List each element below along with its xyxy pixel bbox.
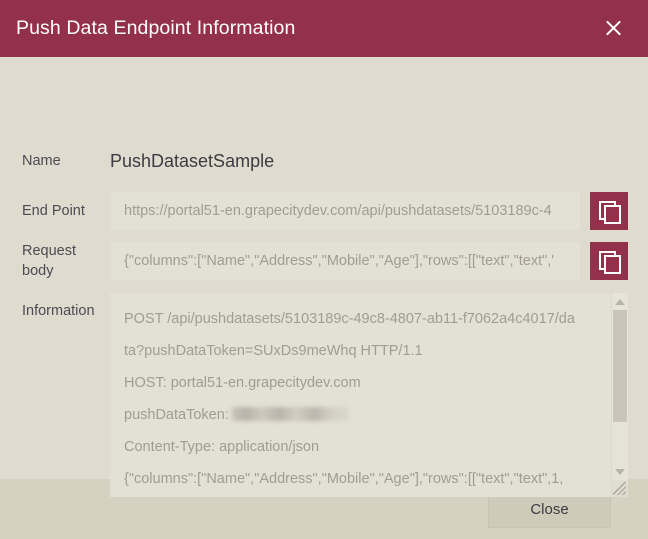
information-line: Content-Type: application/json	[124, 439, 320, 455]
information-content: POST /api/pushdatasets/5103189c-49c8-480…	[110, 293, 611, 497]
scrollbar-thumb[interactable]	[613, 310, 627, 422]
request-body-label-line1: Request	[22, 243, 77, 259]
dialog-body: Name PushDatasetSample End Point https:/…	[0, 57, 648, 497]
dialog-title: Push Data Endpoint Information	[16, 17, 296, 39]
copy-request-body-button[interactable]	[590, 242, 628, 280]
information-line: {"columns":["Name","Address","Mobile","A…	[124, 471, 564, 487]
information-textarea[interactable]: POST /api/pushdatasets/5103189c-49c8-480…	[110, 293, 628, 497]
information-token-label: pushDataToken:	[124, 407, 229, 423]
information-line: POST /api/pushdatasets/5103189c-49c8-480…	[124, 311, 575, 327]
close-icon[interactable]	[596, 12, 630, 46]
scrollbar-track[interactable]	[612, 310, 628, 463]
copy-icon	[599, 201, 621, 224]
request-body-label-line2: body	[22, 263, 54, 279]
end-point-value: https://portal51-en.grapecitydev.com/api…	[124, 203, 552, 219]
information-line-token: pushDataToken:	[124, 399, 597, 431]
information-line: HOST: portal51-en.grapecitydev.com	[124, 375, 361, 391]
end-point-field[interactable]: https://portal51-en.grapecitydev.com/api…	[110, 192, 580, 230]
dialog-titlebar: Push Data Endpoint Information	[0, 0, 648, 57]
chevron-up-icon[interactable]	[612, 293, 628, 310]
scroll-up-arrow-glyph	[615, 298, 625, 305]
redacted-token-value	[231, 407, 349, 421]
request-body-field[interactable]: {"columns":["Name","Address","Mobile","A…	[110, 242, 580, 280]
name-value: PushDatasetSample	[110, 151, 275, 171]
copy-icon	[599, 251, 621, 274]
resize-grip-icon[interactable]	[612, 480, 628, 497]
information-label: Information	[22, 303, 95, 319]
information-line: ta?pushDataToken=SUxDs9meWhq HTTP/1.1	[124, 343, 423, 359]
push-data-endpoint-dialog: Push Data Endpoint Information Name Push…	[0, 0, 648, 539]
scroll-down-arrow-glyph	[615, 468, 625, 475]
request-body-value: {"columns":["Name","Address","Mobile","A…	[124, 253, 555, 269]
information-scrollbar[interactable]	[611, 293, 628, 497]
end-point-label: End Point	[22, 203, 85, 219]
chevron-down-icon[interactable]	[612, 463, 628, 480]
copy-end-point-button[interactable]	[590, 192, 628, 230]
name-label: Name	[22, 153, 61, 169]
